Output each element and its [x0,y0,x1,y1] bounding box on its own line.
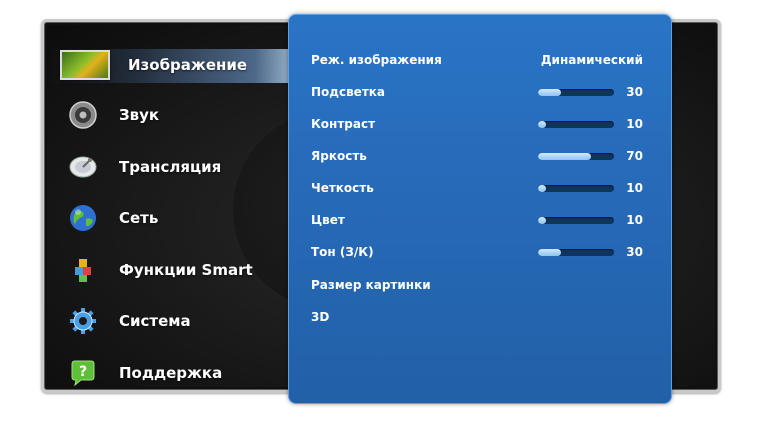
setting-value: 70 [626,149,643,163]
globe-icon [70,205,96,231]
setting-row-tint[interactable]: Тон (З/К) 30 [311,243,651,265]
picture-icon [60,50,110,80]
setting-row-backlight[interactable]: Подсветка 30 [311,83,651,105]
setting-value: Динамический [540,53,643,67]
setting-label: Размер картинки [311,278,431,292]
setting-label: Реж. изображения [311,53,442,67]
menu-item-sound[interactable]: Звук [52,95,322,135]
setting-value: 10 [626,117,643,131]
setting-value: 10 [626,213,643,227]
setting-value: 10 [626,181,643,195]
menu-item-label: Поддержка [119,364,223,382]
setting-label: 3D [311,310,330,324]
setting-value: 30 [626,85,643,99]
setting-row-picture-size[interactable]: Размер картинки [311,276,651,298]
setting-slider[interactable] [538,217,614,224]
picture-settings-panel: Реж. изображения Динамический Подсветка … [288,14,672,404]
setting-label: Подсветка [311,85,386,99]
menu-item-label: Звук [119,106,160,124]
slider-fill [538,89,561,96]
svg-text:?: ? [79,364,87,380]
menu-item-network[interactable]: Сеть [52,198,322,238]
menu-item-label: Функции Smart [119,261,253,279]
setting-slider[interactable] [538,89,614,96]
help-question-icon: ? [71,360,95,387]
setting-slider[interactable] [538,121,614,128]
menu-item-label: Трансляция [119,158,222,176]
setting-slider[interactable] [538,249,614,256]
menu-item-support[interactable]: ? Поддержка [52,353,322,393]
setting-label: Цвет [311,213,345,227]
menu-item-label: Система [119,312,191,330]
setting-row-picture-mode[interactable]: Реж. изображения Динамический [311,51,651,73]
setting-slider[interactable] [538,185,614,192]
setting-row-color[interactable]: Цвет 10 [311,211,651,233]
slider-fill [538,121,546,128]
setting-label: Контраст [311,117,376,131]
menu-item-label: Сеть [119,209,159,227]
setting-row-brightness[interactable]: Яркость 70 [311,147,651,169]
setting-row-3d[interactable]: 3D [311,308,651,330]
setting-slider[interactable] [538,153,614,160]
setting-row-sharpness[interactable]: Четкость 10 [311,179,651,201]
setting-value: 30 [626,245,643,259]
setting-row-contrast[interactable]: Контраст 10 [311,115,651,137]
slider-fill [538,185,546,192]
smart-cubes-icon [75,259,91,282]
menu-item-smart[interactable]: Функции Smart [52,250,322,290]
menu-item-picture[interactable]: Изображение [48,45,324,85]
setting-label: Яркость [311,149,367,163]
menu-item-label: Изображение [128,56,248,74]
setting-label: Четкость [311,181,374,195]
setting-label: Тон (З/К) [311,245,374,259]
menu-item-system[interactable]: Система [52,301,322,341]
satellite-dish-icon [69,156,97,178]
main-menu: Изображение Звук Трансляция Сеть Функции… [48,25,324,395]
slider-fill [538,153,592,160]
slider-fill [538,217,546,224]
speaker-icon [69,101,97,129]
slider-fill [538,249,561,256]
gear-icon [70,308,96,334]
menu-item-broadcast[interactable]: Трансляция [52,147,322,187]
